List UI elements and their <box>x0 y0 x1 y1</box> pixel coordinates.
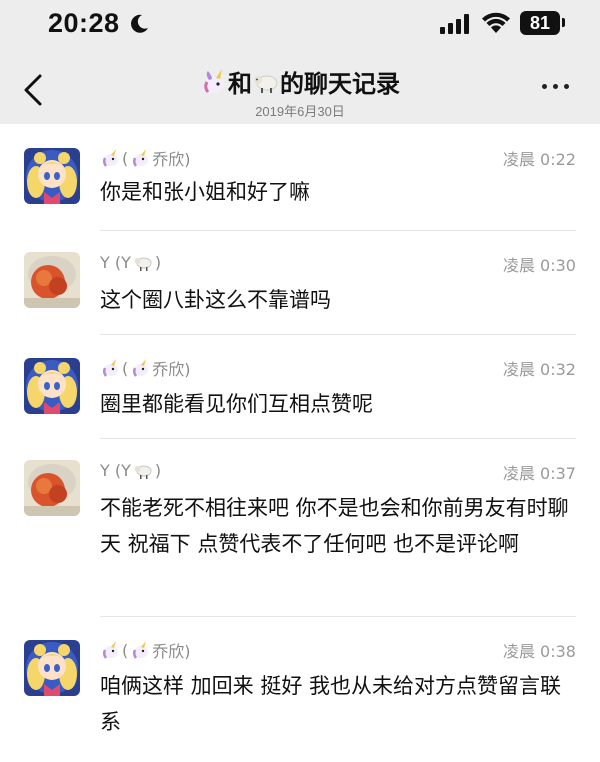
divider <box>100 438 576 439</box>
sender-name: ( 乔欣) <box>100 356 191 380</box>
unicorn-icon <box>133 149 149 167</box>
sender-name: ( 乔欣) <box>100 638 191 662</box>
sheep-icon <box>254 75 278 93</box>
avatar[interactable] <box>24 460 80 516</box>
chat-history: ( 乔欣) 凌晨 0:22 你是和张小姐和好了嘛 Y (Y) 凌晨 0:30 … <box>0 124 600 762</box>
more-options-button[interactable] <box>542 84 569 89</box>
sheep-icon <box>134 465 152 479</box>
unicorn-icon <box>102 641 118 659</box>
moon-icon <box>131 14 148 33</box>
message-time: 凌晨 0:38 <box>502 642 576 661</box>
message-time: 凌晨 0:37 <box>502 464 576 483</box>
signal-icon <box>440 14 469 34</box>
avatar[interactable] <box>24 252 80 308</box>
sailor-moon-avatar-icon <box>24 640 80 696</box>
avatar[interactable] <box>24 358 80 414</box>
message-text: 你是和张小姐和好了嘛 <box>100 180 310 204</box>
chat-date: 2019年6月30日 <box>255 104 345 119</box>
unicorn-icon <box>204 68 224 93</box>
clock: 20:28 <box>48 8 120 38</box>
orange-photo-avatar-icon <box>24 460 80 516</box>
wifi-icon <box>482 12 510 33</box>
back-button[interactable] <box>20 72 46 108</box>
message-time: 凌晨 0:32 <box>502 360 576 379</box>
nav-bar: 和 的聊天记录 2019年6月30日 <box>0 50 600 124</box>
dot-icon <box>542 84 547 89</box>
unicorn-icon <box>133 359 149 377</box>
title-text-1: 和 <box>228 70 252 98</box>
battery-indicator: 81 <box>520 11 560 35</box>
battery-tip <box>562 18 565 27</box>
title-text-2: 的聊天记录 <box>280 70 400 98</box>
message-time: 凌晨 0:22 <box>502 150 576 169</box>
sailor-moon-avatar-icon <box>24 358 80 414</box>
message-text: 这个圈八卦这么不靠谱吗 <box>100 288 331 312</box>
status-bar: 20:28 81 <box>0 0 600 50</box>
sender-name: ( 乔欣) <box>100 146 191 170</box>
sender-name: Y (Y ) <box>100 252 162 272</box>
dot-icon <box>553 84 558 89</box>
avatar[interactable] <box>24 148 80 204</box>
divider <box>100 616 576 617</box>
unicorn-icon <box>102 149 118 167</box>
avatar[interactable] <box>24 640 80 696</box>
orange-photo-avatar-icon <box>24 252 80 308</box>
divider <box>100 334 576 335</box>
unicorn-icon <box>102 359 118 377</box>
unicorn-icon <box>133 641 149 659</box>
message-time: 凌晨 0:30 <box>502 256 576 275</box>
sailor-moon-avatar-icon <box>24 148 80 204</box>
message-text: 圈里都能看见你们互相点赞呢 <box>100 392 373 416</box>
sender-name: Y (Y ) <box>100 460 162 480</box>
divider <box>100 230 576 231</box>
sheep-icon <box>134 257 152 271</box>
message-text: 不能老死不相往来吧 你不是也会和你前男友有时聊天 祝福下 点赞代表不了任何吧 也… <box>100 496 569 556</box>
message-text: 咱俩这样 加回来 挺好 我也从未给对方点赞留言联系 <box>100 674 562 734</box>
dot-icon <box>564 84 569 89</box>
chat-title: 和 的聊天记录 2019年6月30日 <box>120 64 480 120</box>
